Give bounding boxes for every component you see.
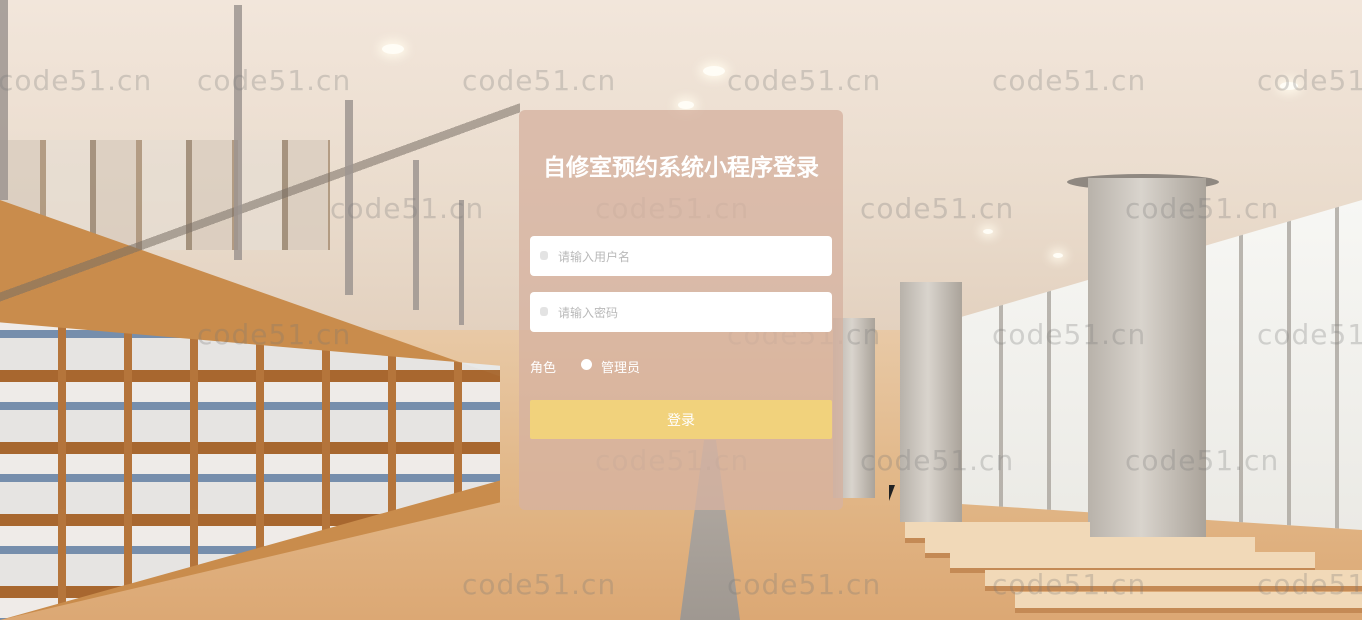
watermark: code51.cn [0,64,153,97]
watermark: code51.cn [462,568,617,601]
page-title: 自修室预约系统小程序登录 [543,155,819,181]
lock-icon [540,307,548,316]
ceiling-light [703,66,725,76]
ceiling-light [678,101,694,109]
password-field[interactable] [530,292,832,334]
watermark: code51.cn [860,192,1015,225]
role-label: 角色 [530,361,557,376]
ceiling-light [1053,253,1063,258]
mouse-cursor-icon [889,485,901,501]
watermark: code51.cn [860,444,1015,477]
watermark: code51.cn [992,64,1147,97]
watermark: code51.cn [992,318,1147,351]
username-field[interactable] [530,236,832,278]
watermark: code51.cn [1257,318,1362,351]
login-panel: 自修室预约系统小程序登录 角色 管理员 登录 [519,110,843,510]
watermark: code51.cn [330,192,485,225]
pillar [900,282,962,522]
password-input[interactable] [556,292,828,334]
watermark: code51.cn [197,64,352,97]
ceiling-light [983,229,993,234]
watermark: code51.cn [1257,64,1362,97]
pillar [1088,178,1206,588]
role-radio-admin[interactable] [581,359,592,370]
watermark: code51.cn [1257,568,1362,601]
watermark: code51.cn [462,64,617,97]
login-button[interactable]: 登录 [530,400,832,439]
username-input[interactable] [556,236,828,278]
watermark: code51.cn [727,64,882,97]
role-option-label[interactable]: 管理员 [601,357,640,376]
watermark: code51.cn [1125,192,1280,225]
railing-post [413,160,419,310]
role-selector: 角色 管理员 [530,355,830,376]
watermark: code51.cn [1125,444,1280,477]
railing-post [234,5,242,260]
railing-post [0,0,8,200]
watermark: code51.cn [727,568,882,601]
watermark: code51.cn [992,568,1147,601]
watermark: code51.cn [197,318,352,351]
user-icon [540,251,548,260]
